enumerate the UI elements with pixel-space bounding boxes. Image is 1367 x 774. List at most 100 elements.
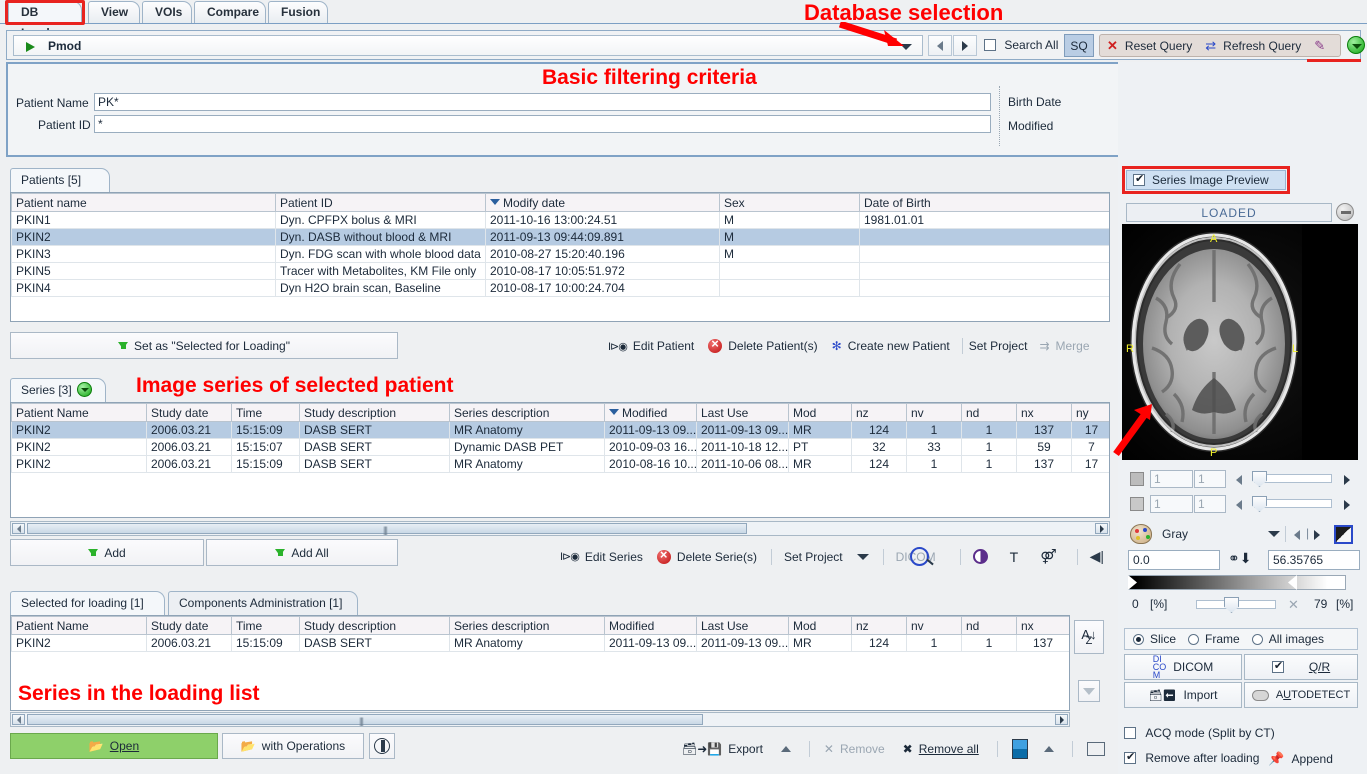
query-tool-icon[interactable]: ✎ [1314,38,1325,54]
open-button[interactable]: 📂 Open [10,733,218,759]
sq-button[interactable]: SQ [1064,34,1094,57]
patients-col-dob[interactable]: Date of Birth [859,193,1109,212]
table-row[interactable]: PKIN5 Tracer with Metabolites, KM File o… [11,262,1109,280]
table-row[interactable]: PKIN2 2006.03.21 15:15:09 DASB SERT MR A… [11,421,1109,439]
slice-next-icon-2[interactable] [1344,500,1350,510]
slice-next-icon-1[interactable] [1344,475,1350,485]
qr-button[interactable]: Q/R [1244,654,1358,680]
tab-vois[interactable]: VOIs [142,1,192,23]
patients-col-name[interactable]: Patient name [11,193,276,212]
loading-hscrollbar[interactable]: ||| [10,712,1070,727]
preview-menu-button[interactable] [1336,203,1354,221]
edit-series-button[interactable]: Edit Series [585,550,643,564]
compare-tool-icon[interactable]: ⚤ [1040,548,1056,565]
series-col-ny[interactable]: ny [1071,403,1109,422]
scroll-right-button[interactable] [1055,714,1068,725]
colormap-prev-icon[interactable] [1294,530,1300,540]
slice-lock-button-2[interactable] [1130,497,1144,511]
table-row[interactable]: PKIN2 2006.03.21 15:15:09 DASB SERT MR A… [11,634,1069,652]
window-min-field[interactable]: 0.0 [1128,550,1220,570]
remove-after-loading-checkbox[interactable]: Remove after loading [1124,750,1259,765]
loading-col-nd[interactable]: nd [961,616,1017,635]
slice-slider-thumb-2[interactable] [1252,496,1267,512]
components-administration-tab[interactable]: Components Administration [1] [168,591,358,615]
series-col-study-desc[interactable]: Study description [299,403,450,422]
palette-icon[interactable] [1130,524,1152,544]
table-row[interactable]: PKIN2 Dyn. DASB without blood & MRI 2011… [11,228,1109,246]
search-all-checkbox[interactable]: Search All [984,38,1058,52]
step-back-icon[interactable]: ◀| [1090,548,1104,565]
table-row[interactable]: PKIN2 2006.03.21 15:15:09 DASB SERT MR A… [11,455,1109,473]
tab-fusion[interactable]: Fusion [268,1,328,23]
tab-compare[interactable]: Compare [194,1,266,23]
series-col-nz[interactable]: nz [851,403,907,422]
slice-value-field-1[interactable]: 1 [1150,470,1193,488]
series-col-last-use[interactable]: Last Use [696,403,789,422]
loading-col-study-desc[interactable]: Study description [299,616,450,635]
window-level-icon[interactable]: ⚭⬇ [1228,550,1251,567]
loading-col-series-desc[interactable]: Series description [449,616,605,635]
series-menu-icon[interactable] [76,382,92,397]
window-max-field[interactable]: 56.35765 [1268,550,1360,570]
loading-col-time[interactable]: Time [231,616,300,635]
patient-id-input[interactable]: * [94,115,991,133]
create-new-patient-button[interactable]: Create new Patient [848,339,950,353]
patients-tab[interactable]: Patients [5] [10,168,110,210]
autodetect-button[interactable]: AUTODETECT [1244,682,1358,708]
refresh-query-button[interactable]: Refresh Query [1223,39,1301,53]
loading-col-nv[interactable]: nv [906,616,962,635]
loading-col-nx[interactable]: nx [1016,616,1069,635]
colormap-chevron-down-icon[interactable] [1268,531,1280,537]
import-button[interactable]: 🗃⬅ Import [1124,682,1242,708]
table-row[interactable]: PKIN4 Dyn H2O brain scan, Baseline 2010-… [11,279,1109,297]
dicom-button[interactable]: DI CO M DICOM [1124,654,1242,680]
split-chevron-up-icon[interactable] [1043,746,1054,752]
series-col-nx[interactable]: nx [1016,403,1072,422]
radio-all-images-label[interactable]: All images [1269,632,1324,646]
delete-series-button[interactable]: Delete Serie(s) [677,550,757,564]
series-col-nd[interactable]: nd [961,403,1017,422]
delete-patients-button[interactable]: Delete Patient(s) [728,339,817,353]
series-col-patient[interactable]: Patient Name [11,403,147,422]
export-button[interactable]: Export [728,742,763,756]
series-col-modified[interactable]: Modified [604,403,697,422]
radio-frame-label[interactable]: Frame [1205,632,1240,646]
prev-db-button[interactable] [928,35,952,56]
set-project-button[interactable]: Set Project [969,339,1028,353]
radio-frame-icon[interactable] [1188,633,1200,645]
table-row[interactable]: PKIN2 2006.03.21 15:15:07 DASB SERT Dyna… [11,438,1109,456]
with-operations-button[interactable]: 📂 with Operations [222,733,364,759]
remove-all-button[interactable]: Remove all [919,742,979,756]
checkbox-icon[interactable] [1271,659,1284,673]
gradient-right-handle[interactable] [1288,575,1297,590]
loading-col-modified[interactable]: Modified [604,616,697,635]
split-view-icon[interactable] [1011,739,1028,759]
add-button[interactable]: Add [10,539,204,566]
table-row[interactable]: PKIN3 Dyn. FDG scan with whole blood dat… [11,245,1109,263]
series-set-project-button[interactable]: Set Project [784,550,843,564]
append-button[interactable]: 📌 Append [1268,751,1333,767]
dicom-magnifier-icon[interactable]: DICOM [896,546,936,566]
grayscale-gradient-bar[interactable] [1128,575,1346,590]
scroll-left-button[interactable] [12,523,25,534]
scroll-left-button[interactable] [12,714,25,725]
series-tab[interactable]: Series [3] [10,378,106,402]
loading-col-nz[interactable]: nz [851,616,907,635]
series-col-nv[interactable]: nv [906,403,962,422]
export-chevron-up-icon[interactable] [780,746,791,752]
invert-colormap-icon[interactable] [1334,525,1353,544]
loading-col-study-date[interactable]: Study date [146,616,232,635]
tab-view[interactable]: View [88,1,140,23]
selected-for-loading-tab[interactable]: Selected for loading [1] [10,591,165,615]
loading-col-patient[interactable]: Patient Name [11,616,147,635]
gradient-left-handle[interactable] [1128,575,1137,590]
loading-down-button[interactable] [1078,680,1100,702]
merge-button[interactable]: Merge [1056,339,1090,353]
scroll-thumb[interactable] [27,714,703,725]
slice-slider-thumb-1[interactable] [1252,471,1267,487]
series-col-mod[interactable]: Mod [788,403,852,422]
edit-patient-button[interactable]: Edit Patient [633,339,694,353]
text-tool-icon[interactable]: T [1010,549,1019,565]
play-operations-button[interactable] [369,733,395,759]
table-row[interactable]: PKIN1 Dyn. CPFPX bolus & MRI 2011-10-16 … [11,211,1109,229]
